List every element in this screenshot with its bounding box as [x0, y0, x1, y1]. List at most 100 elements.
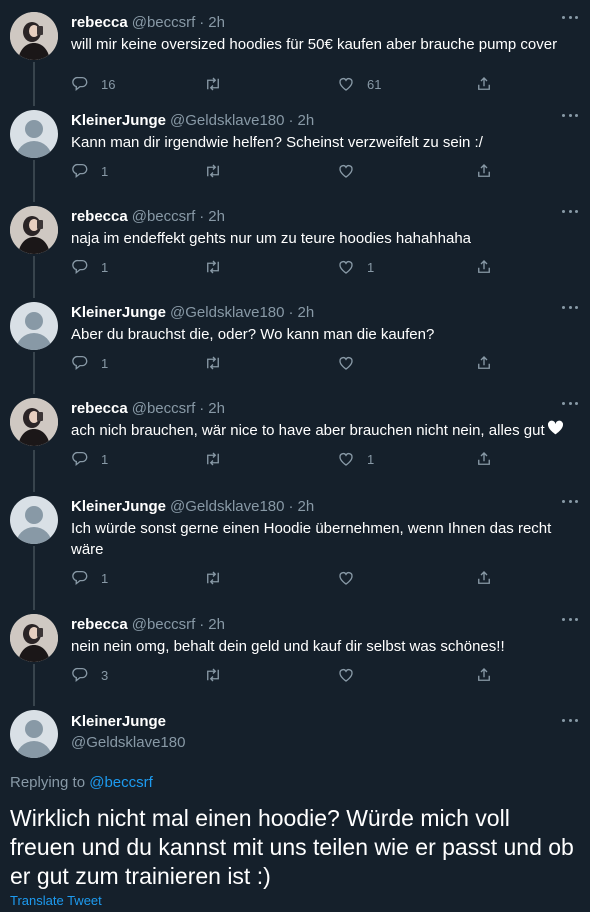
- like-icon: [339, 164, 353, 178]
- more-icon[interactable]: [562, 402, 578, 408]
- reply-icon: [72, 76, 88, 91]
- tweet-header: rebecca @beccsrf · 2h: [71, 398, 225, 418]
- reply-button[interactable]: 1: [71, 450, 108, 468]
- share-button[interactable]: [475, 666, 493, 684]
- tweet-text-content: naja im endeffekt gehts nur um zu teure …: [71, 230, 472, 247]
- avatar[interactable]: [10, 12, 58, 60]
- like-icon: [339, 356, 353, 370]
- share-button[interactable]: [475, 354, 493, 372]
- separator-dot: ·: [199, 13, 205, 31]
- share-button[interactable]: [475, 258, 493, 276]
- retweet-icon: [207, 260, 219, 274]
- timestamp[interactable]: 2h: [208, 14, 225, 31]
- thread-line: [33, 664, 35, 706]
- share-button[interactable]: [475, 75, 493, 93]
- display-name[interactable]: rebecca: [71, 400, 128, 417]
- more-icon[interactable]: [562, 719, 578, 725]
- tweet-text-content: nein nein omg, behalt dein geld und kauf…: [71, 638, 505, 655]
- more-icon[interactable]: [562, 16, 578, 22]
- separator-dot: ·: [199, 615, 205, 633]
- tweet-text-content: Kann man dir irgendwie helfen? Scheinst …: [71, 134, 483, 151]
- retweet-button[interactable]: [204, 666, 234, 684]
- handle[interactable]: @beccsrf: [132, 208, 196, 225]
- reply-icon: [72, 163, 88, 178]
- share-icon: [478, 668, 490, 681]
- reply-button[interactable]: 1: [71, 354, 108, 372]
- reply-button[interactable]: 1: [71, 258, 108, 276]
- share-button[interactable]: [475, 569, 493, 587]
- reply-icon: [72, 355, 88, 370]
- reply-button[interactable]: 16: [71, 75, 115, 93]
- retweet-button[interactable]: [204, 450, 234, 468]
- timestamp[interactable]: 2h: [298, 112, 315, 129]
- handle[interactable]: @beccsrf: [132, 14, 196, 31]
- more-icon[interactable]: [562, 500, 578, 506]
- reply-icon: [72, 451, 88, 466]
- main-handle[interactable]: @Geldsklave180: [71, 734, 185, 751]
- more-icon[interactable]: [562, 114, 578, 120]
- reply-button[interactable]: 1: [71, 569, 108, 587]
- like-button[interactable]: 1: [337, 450, 374, 468]
- avatar[interactable]: [10, 206, 58, 254]
- display-name[interactable]: KleinerJunge: [71, 112, 166, 129]
- tweet-text-content: Ich würde sonst gerne einen Hoodie übern…: [71, 520, 552, 558]
- share-icon: [478, 164, 490, 177]
- display-name[interactable]: KleinerJunge: [71, 304, 166, 321]
- reply-button[interactable]: 3: [71, 666, 108, 684]
- replies-count: 1: [101, 451, 109, 467]
- share-button[interactable]: [475, 162, 493, 180]
- like-button[interactable]: [337, 666, 367, 684]
- tweet-actions: 11: [71, 450, 501, 470]
- share-icon: [478, 571, 490, 584]
- like-icon: [339, 452, 353, 466]
- timestamp[interactable]: 2h: [298, 498, 315, 515]
- display-name[interactable]: KleinerJunge: [71, 498, 166, 515]
- timestamp[interactable]: 2h: [208, 400, 225, 417]
- timestamp[interactable]: 2h: [208, 616, 225, 633]
- main-display-name[interactable]: KleinerJunge: [71, 713, 166, 730]
- thread-line: [33, 352, 35, 394]
- like-button[interactable]: [337, 162, 367, 180]
- handle[interactable]: @Geldsklave180: [170, 498, 284, 515]
- display-name[interactable]: rebecca: [71, 616, 128, 633]
- avatar[interactable]: [10, 398, 58, 446]
- like-button[interactable]: [337, 354, 367, 372]
- handle[interactable]: @beccsrf: [132, 400, 196, 417]
- translate-tweet-link[interactable]: Translate Tweet: [10, 893, 102, 908]
- timestamp[interactable]: 2h: [298, 304, 315, 321]
- handle[interactable]: @Geldsklave180: [170, 304, 284, 321]
- like-icon: [339, 571, 353, 585]
- retweet-button[interactable]: [204, 162, 234, 180]
- like-button[interactable]: 1: [337, 258, 374, 276]
- like-button[interactable]: 61: [337, 75, 381, 93]
- display-name[interactable]: rebecca: [71, 14, 128, 31]
- replying-handle-link[interactable]: @beccsrf: [89, 774, 153, 791]
- more-icon[interactable]: [562, 210, 578, 216]
- timestamp[interactable]: 2h: [208, 208, 225, 225]
- replies-count: 1: [101, 163, 109, 179]
- avatar[interactable]: [10, 710, 58, 758]
- retweet-button[interactable]: [204, 75, 234, 93]
- like-button[interactable]: [337, 569, 367, 587]
- avatar[interactable]: [10, 614, 58, 662]
- display-name[interactable]: rebecca: [71, 208, 128, 225]
- retweet-button[interactable]: [204, 258, 234, 276]
- more-icon[interactable]: [562, 618, 578, 624]
- avatar[interactable]: [10, 110, 58, 158]
- avatar[interactable]: [10, 302, 58, 350]
- avatar[interactable]: [10, 496, 58, 544]
- handle[interactable]: @Geldsklave180: [170, 112, 284, 129]
- tweet-header: rebecca @beccsrf · 2h: [71, 614, 225, 634]
- reply-button[interactable]: 1: [71, 162, 108, 180]
- replies-count: 3: [101, 667, 109, 683]
- thread-line: [33, 450, 35, 492]
- more-icon[interactable]: [562, 306, 578, 312]
- retweet-button[interactable]: [204, 354, 234, 372]
- retweet-button[interactable]: [204, 569, 234, 587]
- handle[interactable]: @beccsrf: [132, 616, 196, 633]
- tweet-text: nein nein omg, behalt dein geld und kauf…: [71, 636, 576, 657]
- tweet-actions: 16 61: [71, 75, 501, 95]
- tweet-header: KleinerJunge @Geldsklave180 · 2h: [71, 110, 314, 130]
- tweet-header: KleinerJunge @Geldsklave180 · 2h: [71, 496, 314, 516]
- share-button[interactable]: [475, 450, 493, 468]
